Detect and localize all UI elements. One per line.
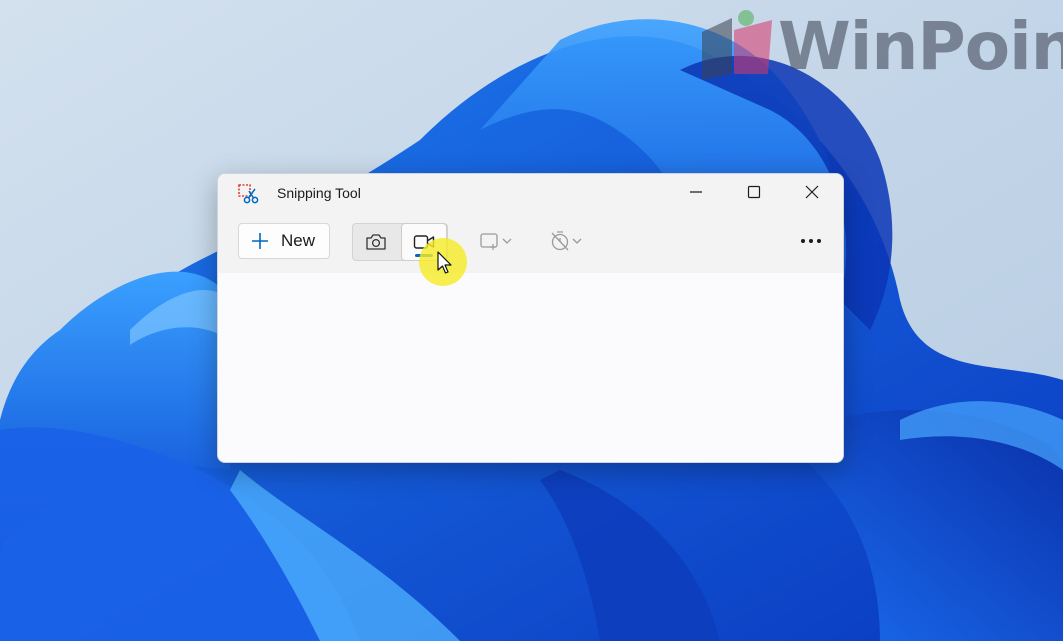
window-title: Snipping Tool — [277, 185, 361, 201]
maximize-icon — [747, 185, 761, 199]
minimize-icon — [690, 191, 702, 193]
close-icon — [805, 185, 819, 199]
timer-off-icon — [551, 231, 569, 251]
winpoin-logo-icon — [698, 10, 776, 82]
snipping-tool-icon — [238, 183, 260, 205]
close-button[interactable] — [783, 174, 841, 210]
delay-dropdown[interactable] — [542, 223, 590, 259]
more-ellipsis-icon — [801, 239, 821, 243]
capture-area — [218, 273, 843, 462]
new-button-label: New — [281, 231, 316, 250]
watermark-text: WinPoin — [778, 7, 1063, 85]
watermark: WinPoin — [698, 6, 1063, 86]
title-bar[interactable]: Snipping Tool — [218, 174, 843, 212]
minimize-button[interactable] — [667, 174, 725, 210]
maximize-button[interactable] — [725, 174, 783, 210]
mouse-pointer-icon — [437, 251, 452, 274]
snip-shape-dropdown[interactable] — [472, 223, 520, 259]
camera-icon — [366, 234, 386, 250]
chevron-down-icon — [502, 238, 512, 244]
rectangle-snip-icon — [480, 233, 498, 250]
toolbar: New — [218, 212, 843, 274]
chevron-down-icon — [572, 238, 582, 244]
snipping-tool-window: Snipping Tool New — [217, 173, 844, 463]
new-button[interactable]: New — [238, 223, 330, 259]
snip-mode-button[interactable] — [353, 224, 399, 260]
more-options-button[interactable] — [792, 223, 830, 259]
plus-icon — [252, 233, 268, 249]
